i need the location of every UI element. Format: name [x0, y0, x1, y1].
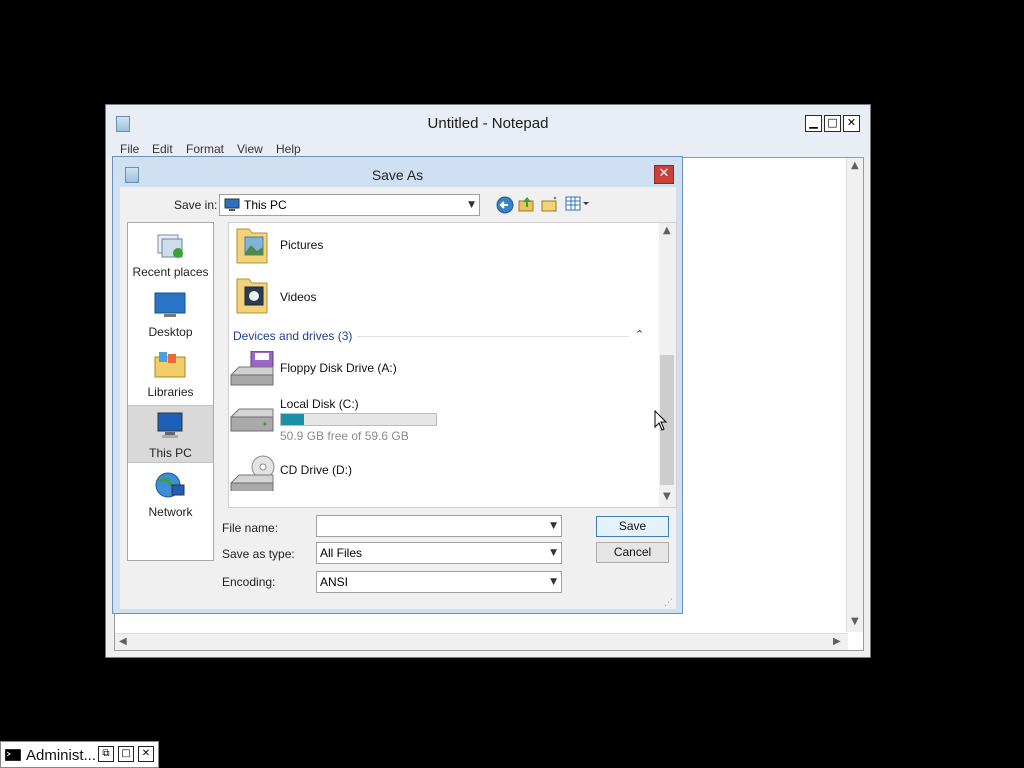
scroll-left-icon[interactable]: ◀ — [119, 636, 127, 647]
save-in-dropdown[interactable]: This PC ▼ — [219, 194, 480, 216]
save-in-label: Save in: — [174, 198, 218, 212]
chevron-down-icon: ▼ — [550, 577, 557, 587]
floppy-drive-icon — [230, 351, 274, 386]
save-in-value: This PC — [244, 198, 287, 212]
item-label: CD Drive (D:) — [280, 463, 352, 477]
restore-button[interactable]: ⧉ — [98, 746, 114, 762]
back-icon[interactable] — [496, 196, 514, 214]
menu-file[interactable]: File — [120, 142, 139, 156]
scroll-up-icon[interactable]: ▲ — [851, 160, 859, 171]
view-menu-icon[interactable] — [565, 196, 591, 212]
place-desktop[interactable]: Desktop — [128, 285, 213, 343]
place-label: Network — [148, 505, 193, 519]
this-pc-small-icon — [224, 198, 240, 211]
close-button[interactable]: ✕ — [843, 115, 860, 132]
menu-view[interactable]: View — [237, 142, 263, 156]
disk-usage-bar — [280, 413, 437, 426]
scroll-up-icon[interactable]: ▲ — [663, 225, 671, 236]
mouse-cursor-icon — [654, 410, 668, 431]
notepad-titlebar[interactable]: Untitled - Notepad ▁ □ ✕ — [106, 105, 870, 139]
place-label: This PC — [149, 446, 192, 460]
item-label: Pictures — [280, 238, 324, 252]
disk-free-text: 50.9 GB free of 59.6 GB — [280, 429, 409, 443]
disk-usage-fill — [281, 414, 304, 425]
list-item-floppy[interactable]: Floppy Disk Drive (A:) — [229, 349, 659, 391]
console-window-label: Administ... — [26, 747, 97, 764]
place-recent-places[interactable]: Recent places — [128, 225, 213, 283]
menu-format[interactable]: Format — [186, 142, 224, 156]
horizontal-scrollbar[interactable]: ◀ ▶ — [115, 633, 848, 650]
pictures-folder-icon — [236, 228, 268, 264]
item-label: Videos — [280, 290, 317, 304]
console-icon — [5, 749, 21, 761]
place-libraries[interactable]: Libraries — [128, 345, 213, 403]
file-list-scrollbar[interactable]: ▲ ▼ — [659, 223, 676, 507]
encoding-label: Encoding: — [222, 575, 276, 589]
place-label: Recent places — [132, 265, 209, 279]
save-as-dialog: Save As ✕ Save in: This PC ▼ Recent plac… — [112, 156, 683, 614]
file-name-input[interactable]: ▼ — [316, 515, 562, 537]
save-button[interactable]: Save — [596, 516, 669, 537]
menu-edit[interactable]: Edit — [152, 142, 173, 156]
chevron-down-icon: ▼ — [468, 200, 475, 210]
maximize-button[interactable]: □ — [824, 115, 841, 132]
save-as-type-dropdown[interactable]: All Files ▼ — [316, 542, 562, 564]
encoding-dropdown[interactable]: ANSI ▼ — [316, 571, 562, 593]
recent-places-icon — [157, 234, 183, 258]
place-network[interactable]: Network — [128, 465, 213, 523]
menu-help[interactable]: Help — [276, 142, 301, 156]
dialog-title: Save As — [371, 167, 424, 183]
up-folder-icon[interactable] — [518, 195, 536, 213]
cd-drive-icon — [230, 455, 275, 491]
dialog-client: Save in: This PC ▼ Recent places Desktop… — [120, 187, 677, 609]
network-icon — [155, 472, 185, 498]
list-item-pictures[interactable]: Pictures — [229, 223, 659, 273]
this-pc-icon — [157, 412, 183, 438]
dialog-close-button[interactable]: ✕ — [654, 165, 674, 184]
list-item-cd-drive[interactable]: CD Drive (D:) — [229, 453, 659, 503]
item-label: Floppy Disk Drive (A:) — [280, 361, 397, 375]
group-header-devices[interactable]: Devices and drives (3) ⌃ — [229, 327, 659, 347]
libraries-icon — [154, 352, 186, 378]
places-bar: Recent places Desktop Libraries This PC … — [127, 222, 214, 561]
list-item-videos[interactable]: Videos — [229, 275, 659, 325]
desktop-icon — [154, 292, 186, 317]
cancel-button[interactable]: Cancel — [596, 542, 669, 563]
list-item-local-disk[interactable]: Local Disk (C:) 50.9 GB free of 59.6 GB — [229, 395, 659, 445]
chevron-down-icon[interactable]: ▼ — [550, 516, 557, 536]
group-divider — [357, 336, 629, 337]
collapse-chevron-icon[interactable]: ⌃ — [635, 328, 644, 341]
minimize-button[interactable]: ▁ — [805, 115, 822, 132]
new-folder-icon[interactable] — [541, 196, 559, 212]
place-this-pc[interactable]: This PC — [128, 405, 213, 463]
file-name-label: File name: — [222, 521, 279, 535]
vertical-scrollbar[interactable]: ▲ ▼ — [846, 158, 863, 632]
resize-grip-icon[interactable]: ⋰ — [664, 597, 673, 608]
videos-folder-icon — [236, 278, 268, 314]
minimized-console-window[interactable]: Administ... ⧉ □ ✕ — [0, 741, 159, 768]
scroll-right-icon[interactable]: ▶ — [833, 636, 841, 647]
encoding-value: ANSI — [320, 575, 349, 589]
item-label: Local Disk (C:) — [280, 397, 359, 411]
place-label: Desktop — [148, 325, 193, 339]
group-header-label: Devices and drives (3) — [233, 329, 353, 343]
scroll-down-icon[interactable]: ▼ — [663, 491, 671, 502]
place-label: Libraries — [147, 385, 194, 399]
hard-drive-icon — [230, 408, 274, 432]
save-as-type-value: All Files — [320, 546, 363, 560]
window-title: Untitled - Notepad — [427, 115, 549, 132]
save-as-type-label: Save as type: — [222, 547, 295, 561]
maximize-button[interactable]: □ — [118, 746, 134, 762]
file-list[interactable]: Pictures Videos Devices and drives (3) ⌃ — [228, 222, 677, 508]
scroll-down-icon[interactable]: ▼ — [851, 616, 859, 627]
close-button[interactable]: ✕ — [138, 746, 154, 762]
chevron-down-icon: ▼ — [550, 548, 557, 558]
